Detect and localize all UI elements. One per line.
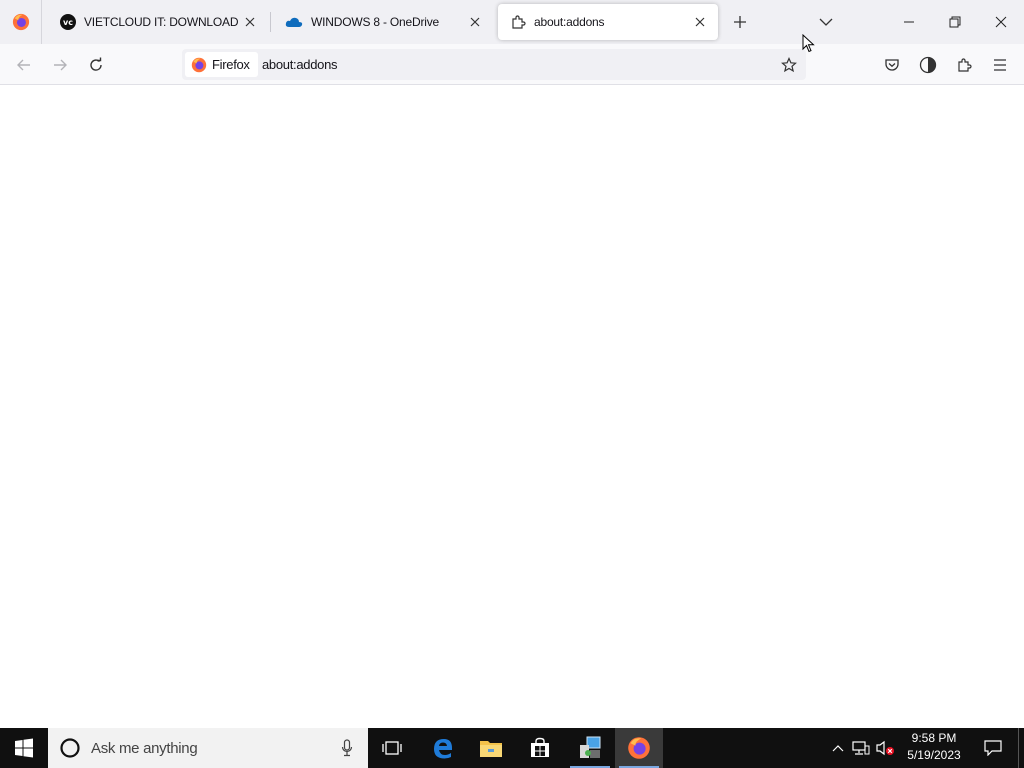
close-window-button[interactable] (978, 0, 1024, 44)
minimize-button[interactable] (886, 0, 932, 44)
firefox-view-button[interactable] (0, 0, 42, 44)
page-content-area (0, 85, 1024, 728)
firefox-taskbar-button[interactable] (615, 728, 663, 768)
tab-about-addons[interactable]: about:addons (498, 4, 718, 40)
clock-date: 5/19/2023 (907, 748, 961, 762)
action-center-button[interactable] (976, 728, 1010, 768)
start-button[interactable] (0, 728, 48, 768)
clock[interactable]: 9:58 PM 5/19/2023 (898, 730, 970, 766)
firefox-logo-icon (628, 737, 650, 759)
tab-title: VIETCLOUD IT: DOWNLOAD (84, 15, 238, 29)
control-panel-taskbar-button[interactable] (566, 728, 614, 768)
volume-tray-button[interactable] (874, 728, 896, 768)
navigation-toolbar: Firefox about:addons (0, 44, 1024, 85)
identity-label: Firefox (212, 57, 250, 72)
edge-icon (434, 739, 452, 759)
svg-text:vc: vc (63, 18, 73, 27)
tab-close-button[interactable] (238, 10, 262, 34)
new-tab-button[interactable] (726, 8, 754, 36)
bookmark-star-button[interactable] (776, 52, 802, 78)
tab-vietcloud[interactable]: vc VIETCLOUD IT: DOWNLOAD (48, 4, 268, 40)
microphone-icon[interactable] (341, 739, 353, 757)
account-button[interactable] (913, 50, 943, 80)
cortana-search-box[interactable]: Ask me anything (48, 728, 368, 768)
close-icon (695, 17, 705, 27)
file-explorer-taskbar-button[interactable] (467, 728, 515, 768)
identity-box[interactable]: Firefox (185, 52, 258, 77)
network-icon (852, 741, 870, 755)
tab-title: about:addons (534, 15, 605, 29)
chevron-down-icon (819, 18, 833, 26)
url-bar[interactable]: Firefox about:addons (182, 49, 806, 80)
account-icon (919, 56, 937, 74)
firefox-logo-icon (12, 13, 29, 31)
reload-button[interactable] (81, 50, 111, 80)
url-text[interactable]: about:addons (262, 57, 338, 72)
close-icon (470, 17, 480, 27)
screen: vc VIETCLOUD IT: DOWNLOAD WINDOWS 8 - On… (0, 0, 1024, 768)
notification-icon (984, 740, 1002, 756)
pocket-button[interactable] (877, 50, 907, 80)
list-all-tabs-button[interactable] (812, 8, 840, 36)
store-taskbar-button[interactable] (516, 728, 564, 768)
task-view-button[interactable] (368, 728, 416, 768)
cortana-circle-icon (60, 738, 80, 758)
folder-icon (480, 741, 502, 757)
network-tray-button[interactable] (850, 728, 872, 768)
pocket-icon (885, 59, 899, 71)
star-icon (781, 57, 797, 73)
back-button[interactable] (9, 50, 39, 80)
puzzle-piece-icon (958, 58, 972, 72)
back-arrow-icon (17, 59, 30, 71)
tab-close-button[interactable] (463, 10, 487, 34)
tab-strip: vc VIETCLOUD IT: DOWNLOAD WINDOWS 8 - On… (0, 0, 1024, 44)
show-desktop-button[interactable] (1018, 728, 1024, 768)
chevron-up-icon (832, 745, 844, 752)
extensions-button[interactable] (949, 50, 979, 80)
close-icon (245, 17, 255, 27)
tab-separator (270, 12, 271, 32)
puzzle-piece-icon (512, 15, 526, 29)
reload-icon (90, 57, 102, 71)
clock-time: 9:58 PM (911, 731, 957, 745)
show-hidden-icons-button[interactable] (828, 728, 848, 768)
task-view-icon (382, 741, 402, 755)
tab-onedrive[interactable]: WINDOWS 8 - OneDrive (273, 4, 493, 40)
tab-title: WINDOWS 8 - OneDrive (311, 15, 440, 29)
tab-close-button[interactable] (688, 10, 712, 34)
taskbar: Ask me anything 9:58 PM 5/19/2023 (0, 728, 1024, 768)
search-placeholder: Ask me anything (91, 739, 198, 757)
plus-icon (734, 16, 746, 28)
windows-logo-icon (15, 738, 33, 758)
mouse-cursor-icon (802, 34, 815, 53)
forward-button[interactable] (45, 50, 75, 80)
restore-icon (949, 16, 961, 28)
vietcloud-icon: vc (60, 14, 76, 30)
minimize-icon (904, 21, 914, 23)
forward-arrow-icon (54, 59, 67, 71)
store-bag-icon (531, 737, 549, 757)
firefox-logo-icon (191, 57, 207, 72)
restore-button[interactable] (932, 0, 978, 44)
onedrive-cloud-icon (285, 17, 303, 27)
control-panel-icon (580, 736, 601, 758)
hamburger-menu-icon (994, 59, 1006, 71)
close-icon (995, 16, 1007, 28)
volume-muted-icon (876, 740, 894, 756)
app-menu-button[interactable] (985, 50, 1015, 80)
edge-taskbar-button[interactable] (419, 728, 467, 768)
